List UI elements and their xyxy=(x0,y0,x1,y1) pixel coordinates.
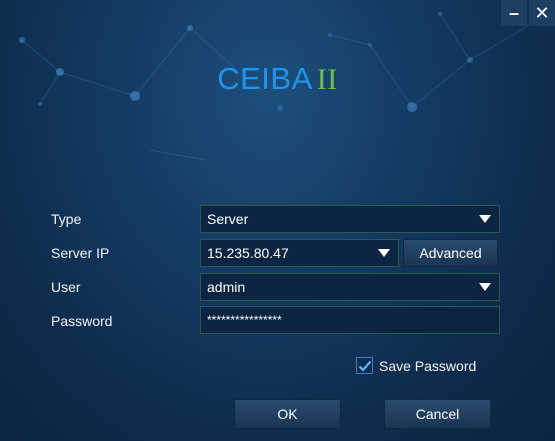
logo-brand: CEIBA xyxy=(217,61,313,96)
save-password-label[interactable]: Save Password xyxy=(379,358,476,374)
minimize-icon[interactable]: – xyxy=(501,0,527,26)
type-select[interactable]: Server xyxy=(200,205,500,233)
ok-button[interactable]: OK xyxy=(234,399,341,429)
save-password-checkbox[interactable] xyxy=(356,357,373,374)
user-value: admin xyxy=(207,279,246,295)
cancel-button[interactable]: Cancel xyxy=(384,399,491,429)
dropdown-arrow-icon[interactable] xyxy=(471,274,499,300)
window-controls: – ✕ xyxy=(501,0,555,26)
dropdown-arrow-icon[interactable] xyxy=(471,206,499,232)
password-input[interactable]: **************** xyxy=(200,306,500,334)
password-value: **************** xyxy=(207,313,282,327)
logo-version: II xyxy=(316,63,338,96)
type-label: Type xyxy=(51,211,82,227)
dropdown-arrow-icon[interactable] xyxy=(370,240,398,266)
user-label: User xyxy=(51,279,81,295)
server-ip-value: 15.235.80.47 xyxy=(207,245,289,261)
checkmark-icon xyxy=(358,360,371,372)
server-ip-label: Server IP xyxy=(51,245,110,261)
type-value: Server xyxy=(207,211,249,227)
user-select[interactable]: admin xyxy=(200,273,500,301)
advanced-button[interactable]: Advanced xyxy=(403,239,498,267)
password-label: Password xyxy=(51,313,113,329)
server-ip-combobox[interactable]: 15.235.80.47 xyxy=(200,239,399,267)
close-icon[interactable]: ✕ xyxy=(529,0,555,26)
app-logo: CEIBA II xyxy=(0,61,555,97)
